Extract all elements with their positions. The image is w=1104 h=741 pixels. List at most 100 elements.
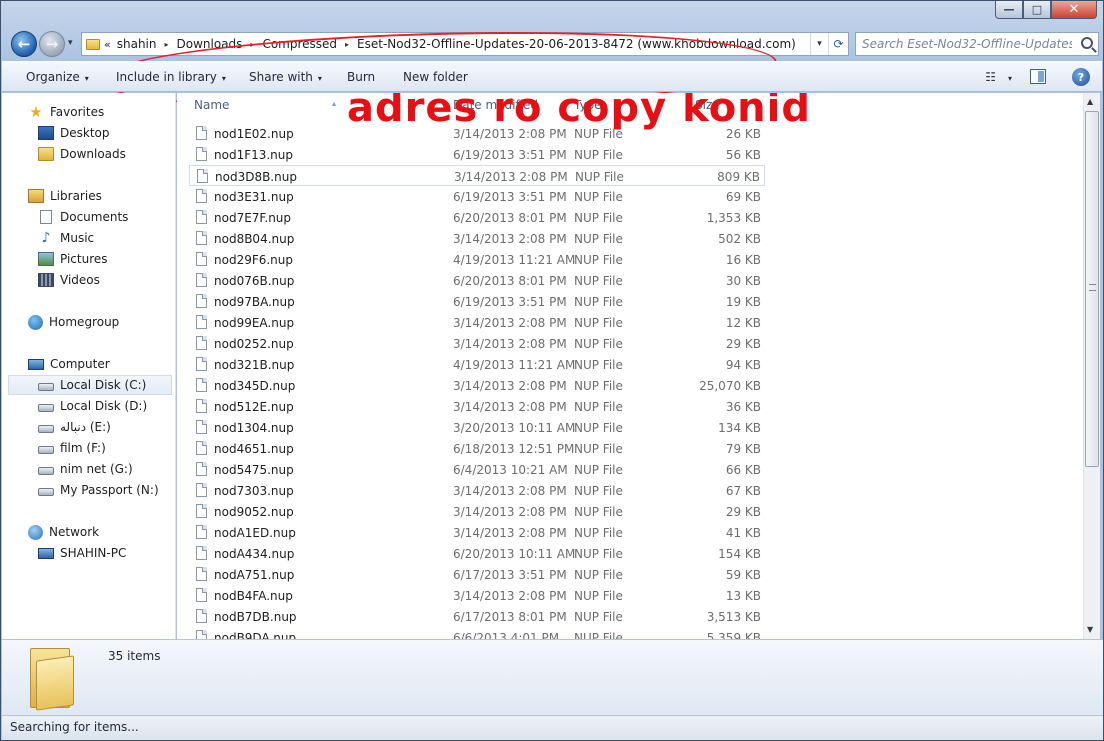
table-row[interactable]: nod4651.nup 6/18/2013 12:51 PM NUP File 79 … [189,438,765,459]
back-button[interactable]: ← [11,31,37,57]
close-button[interactable]: ✕ [1051,1,1097,19]
breadcrumb-shahin[interactable]: shahin [117,37,157,51]
refresh-icon[interactable]: ⟳ [828,33,848,55]
recent-pages-icon[interactable]: ▾ [68,38,73,48]
file-name: nod97BA.nup [214,295,295,309]
nav-desktop-label: Desktop [60,126,110,140]
table-row[interactable]: nod99EA.nup 3/14/2013 2:08 PM NUP File 12 K… [189,312,765,333]
nav-music[interactable]: ♪ Music [38,228,95,248]
nav-favorites[interactable]: ★ Favorites [28,102,104,122]
table-row[interactable]: nodA434.nup 6/20/2013 10:11 AM NUP File 154… [189,543,765,564]
breadcrumb-current-folder[interactable]: Eset-Nod32-Offline-Updates-20-06-2013-84… [357,37,796,51]
vertical-scrollbar[interactable]: ▲ ▼ [1083,93,1100,639]
nav-music-label: Music [60,231,95,245]
table-row[interactable]: nod97BA.nup 6/19/2013 3:51 PM NUP File 19 K… [189,291,765,312]
table-row[interactable]: nod9052.nup 3/14/2013 2:08 PM NUP File 29 K… [189,501,765,522]
file-name: nod1F13.nup [214,148,294,162]
nav-computer[interactable]: Computer [28,354,110,374]
nav-videos[interactable]: Videos [38,270,100,290]
file-icon [196,273,207,287]
burn-button[interactable]: Burn [347,70,375,84]
table-row[interactable]: nod7303.nup 3/14/2013 2:08 PM NUP File 67 K… [189,480,765,501]
file-size: 67 KB [725,484,761,498]
search-icon[interactable] [1081,37,1093,49]
file-size: 134 KB [718,421,761,435]
nav-drive-f[interactable]: film (F:) [38,438,106,458]
scroll-down-icon[interactable]: ▼ [1087,625,1093,634]
preview-pane-icon[interactable] [1030,69,1046,84]
nav-drive-g[interactable]: nim net (G:) [38,459,133,479]
table-row[interactable]: nod7E7F.nup 6/20/2013 8:01 PM NUP File 1,35… [189,207,765,228]
file-icon [196,441,207,455]
change-view-button[interactable]: ☷ ▾ [985,70,1012,84]
table-row[interactable]: nod5475.nup 6/4/2013 10:21 AM NUP File 66 K… [189,459,765,480]
file-date-modified: 3/14/2013 2:08 PM [454,170,568,184]
organize-label: Organize [26,70,80,84]
file-name: nod29F6.nup [214,253,294,267]
file-name: nod076B.nup [214,274,295,288]
table-row[interactable]: nod8B04.nup 3/14/2013 2:08 PM NUP File 502 … [189,228,765,249]
table-row[interactable]: nodB7DB.nup 6/17/2013 8:01 PM NUP File 3,51… [189,606,765,627]
table-row[interactable]: nod1F13.nup 6/19/2013 3:51 PM NUP File 56 K… [189,144,765,165]
nav-pictures[interactable]: Pictures [38,249,108,269]
nav-downloads[interactable]: Downloads [38,144,126,164]
file-type: NUP File [574,421,623,435]
scrollbar-grip-icon [1089,284,1096,291]
nav-drive-n[interactable]: My Passport (N:) [38,480,159,500]
nav-local-disk-d-label: Local Disk (D:) [60,399,148,413]
scrollbar-thumb[interactable] [1085,111,1099,467]
table-row[interactable]: nodA751.nup 6/17/2013 3:51 PM NUP File 59 K… [189,564,765,585]
breadcrumb-compressed[interactable]: Compressed [262,37,337,51]
table-row[interactable]: nodA1ED.nup 3/14/2013 2:08 PM NUP File 41 K… [189,522,765,543]
file-date-modified: 6/4/2013 10:21 AM [453,463,568,477]
include-in-library-button[interactable]: Include in library ▾ [116,70,226,84]
file-icon [196,462,207,476]
table-row[interactable]: nod321B.nup 4/19/2013 11:21 AM NUP File 94 … [189,354,765,375]
help-icon[interactable]: ? [1072,68,1090,86]
nav-local-disk-c[interactable]: Local Disk (C:) [8,375,172,395]
table-row[interactable]: nod0252.nup 3/14/2013 2:08 PM NUP File 29 K… [189,333,765,354]
breadcrumb-downloads[interactable]: Downloads [177,37,243,51]
share-with-button[interactable]: Share with ▾ [249,70,322,84]
nav-documents[interactable]: Documents [38,207,128,227]
table-row[interactable]: nodB9DA.nup 6/6/2013 4:01 PM NUP File 5,359… [189,627,765,639]
nav-libraries[interactable]: Libraries [28,186,102,206]
search-input[interactable]: Search Eset-Nod32-Offline-Updates-2... [855,32,1099,56]
table-row[interactable]: nod076B.nup 6/20/2013 8:01 PM NUP File 30 K… [189,270,765,291]
nav-shahin-pc-label: SHAHIN-PC [60,546,127,560]
table-row[interactable]: nodB4FA.nup 3/14/2013 2:08 PM NUP File 13 K… [189,585,765,606]
status-bar: Searching for items... [2,715,1103,740]
table-row[interactable]: nod3E31.nup 6/19/2013 3:51 PM NUP File 69 K… [189,186,765,207]
drive-icon [38,487,54,496]
file-size: 29 KB [725,505,761,519]
scroll-up-icon[interactable]: ▲ [1087,97,1093,106]
star-icon: ★ [29,103,43,121]
forward-button[interactable]: → [39,31,65,57]
table-row[interactable]: nod1304.nup 3/20/2013 10:11 AM NUP File 134… [189,417,765,438]
minimize-button[interactable]: — [995,1,1023,19]
breadcrumb-separator-icon[interactable]: ▸ [345,40,349,49]
table-row[interactable]: nod29F6.nup 4/19/2013 11:21 AM NUP File 16 … [189,249,765,270]
nav-homegroup-label: Homegroup [49,315,120,329]
organize-button[interactable]: Organize ▾ [26,70,89,84]
table-row[interactable]: nod345D.nup 3/14/2013 2:08 PM NUP File 25,0… [189,375,765,396]
breadcrumb-separator-icon[interactable]: ▸ [165,40,169,49]
address-bar[interactable]: « shahin ▸ Downloads ▸ Compressed ▸ Eset… [81,32,849,56]
nav-shahin-pc[interactable]: SHAHIN-PC [38,543,126,563]
include-in-library-label: Include in library [116,70,217,84]
address-dropdown-icon[interactable]: ▾ [810,33,828,55]
nav-local-disk-d[interactable]: Local Disk (D:) [38,396,147,416]
file-type: NUP File [574,631,623,639]
nav-homegroup[interactable]: Homegroup [28,312,119,332]
maximize-button[interactable]: □ [1023,1,1051,19]
breadcrumb-overflow-button[interactable]: « [104,38,111,51]
nav-network[interactable]: Network [28,522,99,542]
nav-computer-label: Computer [50,357,110,371]
nav-desktop[interactable]: Desktop [38,123,110,143]
table-row[interactable]: nod3D8B.nup 3/14/2013 2:08 PM NUP File 809 … [189,165,765,186]
new-folder-button[interactable]: New folder [403,70,468,84]
breadcrumb-separator-icon[interactable]: ▸ [250,40,254,49]
nav-drive-e[interactable]: دنباله (E:) [38,417,111,437]
table-row[interactable]: nod512E.nup 3/14/2013 2:08 PM NUP File 36 K… [189,396,765,417]
computer-icon [38,547,54,559]
